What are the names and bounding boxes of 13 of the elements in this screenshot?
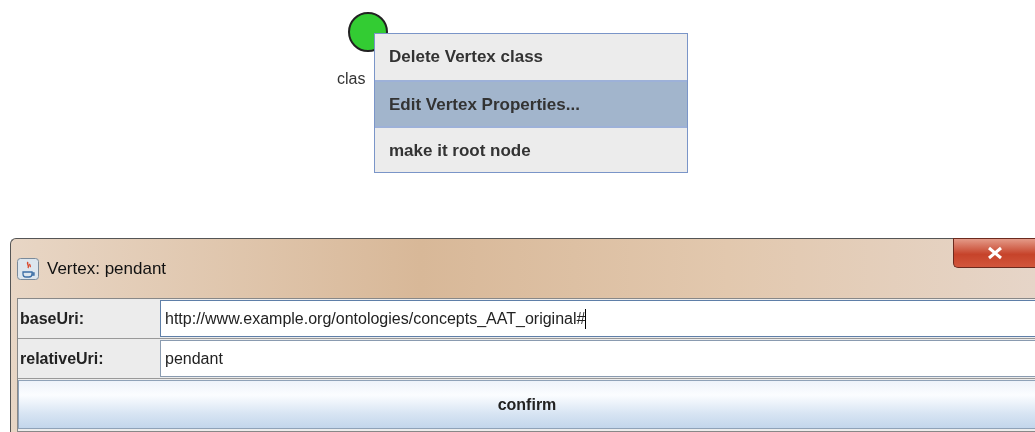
menu-item[interactable]: Edit Vertex Properties... [375,80,687,126]
close-icon [985,246,1004,260]
confirm-button[interactable]: confirm [18,380,1035,429]
text-field[interactable]: http://www.example.org/ontologies/concepts_AAT_original# [160,300,1035,337]
window-title: Vertex: pendant [47,258,167,279]
text-field[interactable]: pendant [160,340,1035,377]
menu-item[interactable]: Delete Vertex class [375,34,687,80]
coffee-cup-icon [17,257,39,280]
menu-item[interactable]: make it root node [375,126,687,172]
field-label: baseUri: [19,308,86,329]
close-button[interactable] [953,238,1035,268]
field-label: relativeUri: [19,348,105,369]
node-label: clas [337,70,366,88]
